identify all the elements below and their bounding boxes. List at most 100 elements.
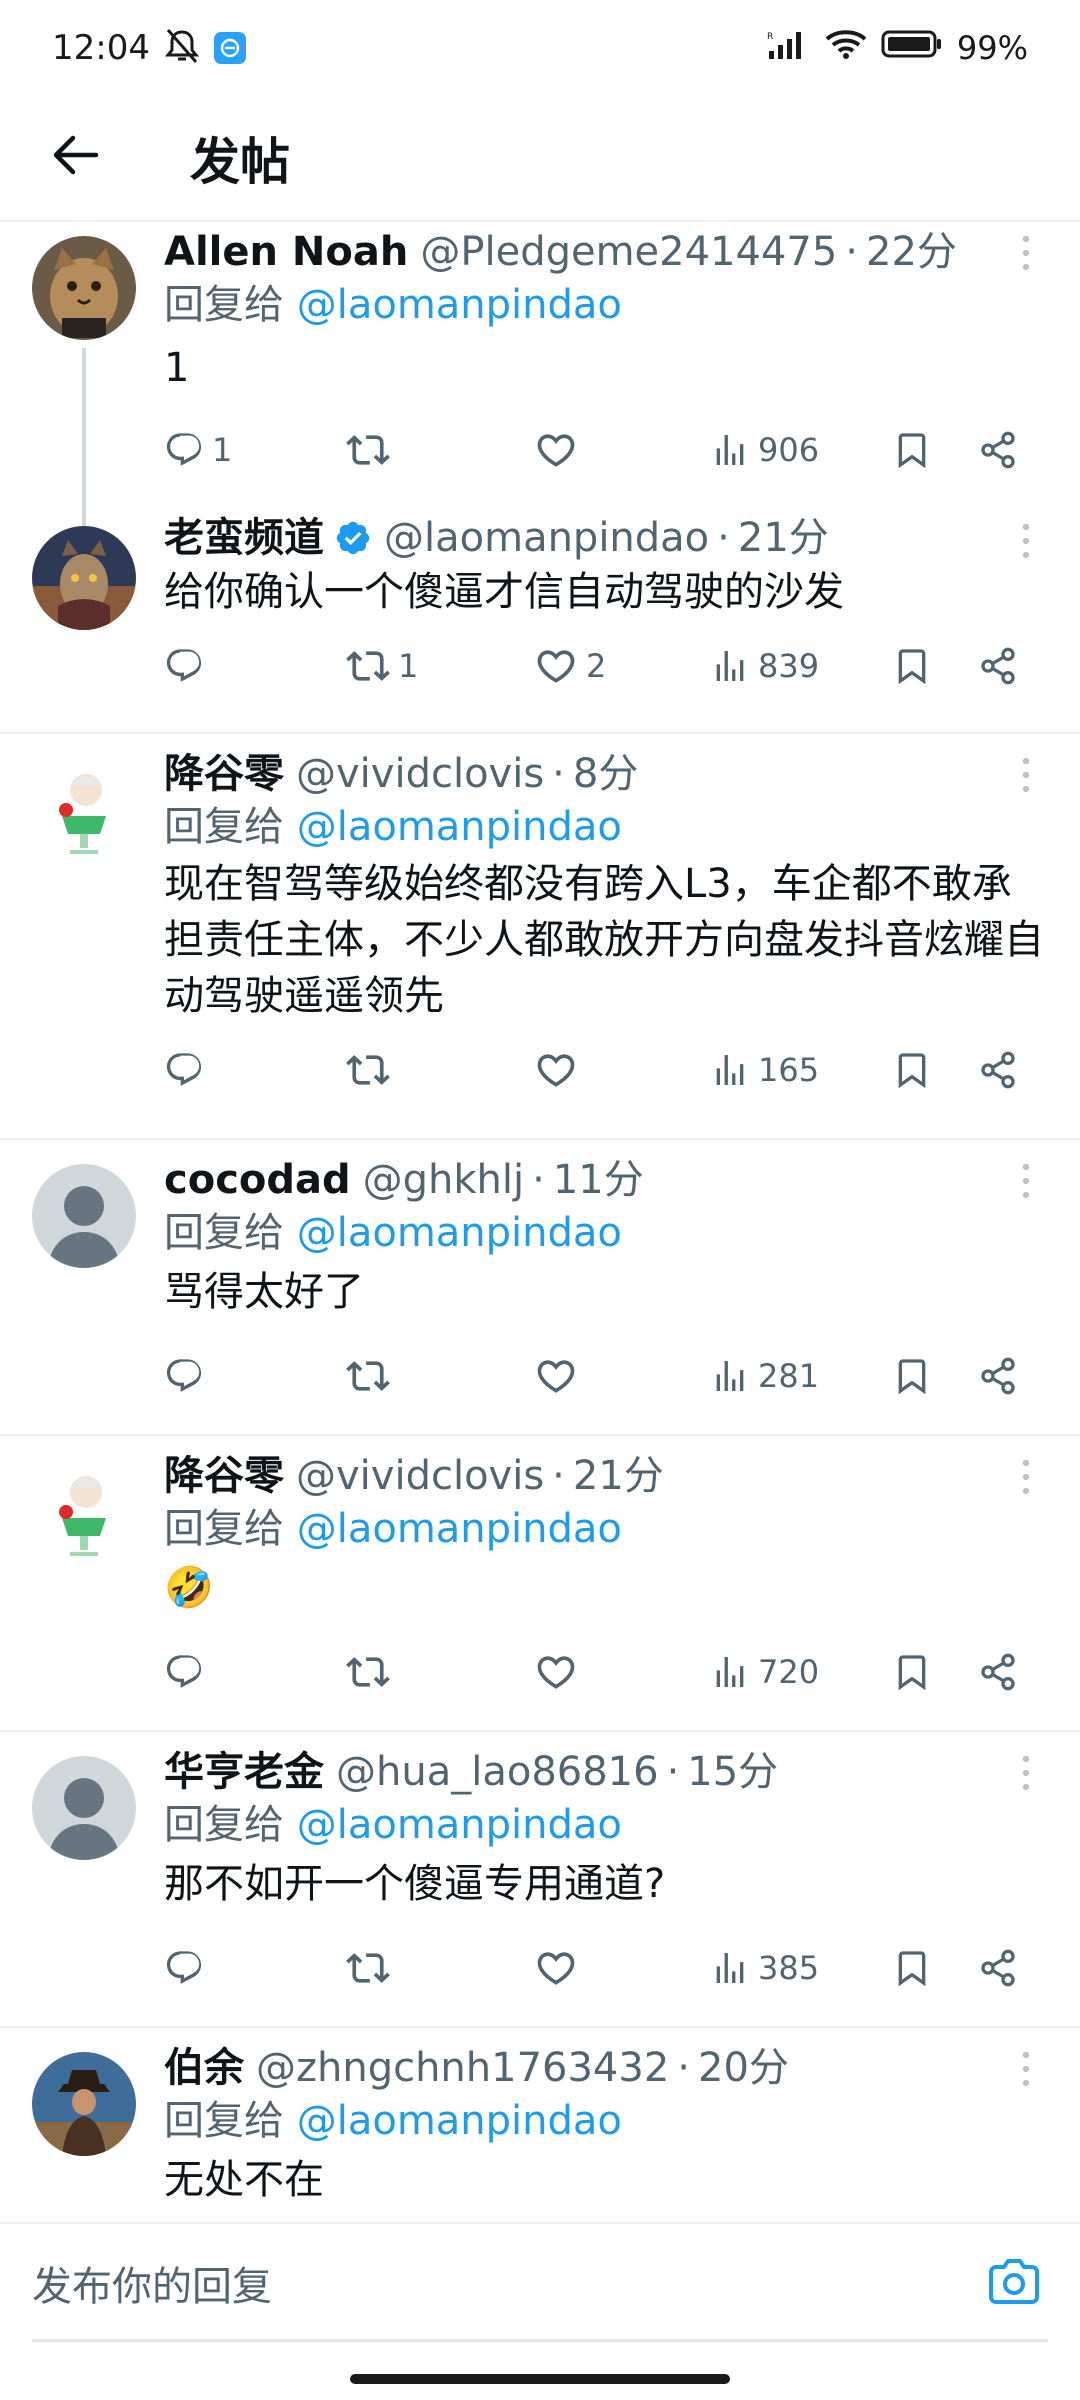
bookmark-icon xyxy=(892,1050,932,1090)
share-icon xyxy=(978,430,1018,470)
display-name[interactable]: 降谷零 xyxy=(164,748,284,800)
views-button[interactable]: 385 xyxy=(710,1938,819,1998)
post-content: 无处不在 xyxy=(164,2157,324,2203)
tweet[interactable]: Allen Noah @Pledgeme2414475 · 22分 回复给 @l… xyxy=(0,222,1080,528)
repost-icon xyxy=(346,1650,390,1694)
reply-mention[interactable]: @laomanpindao xyxy=(297,282,622,328)
bookmark-button[interactable] xyxy=(892,1938,932,1998)
views-button[interactable]: 281 xyxy=(710,1346,819,1406)
tweet[interactable]: cocodad @ghkhlj · 11分 回复给 @laomanpindao … xyxy=(0,1140,1080,1436)
avatar[interactable] xyxy=(32,756,136,860)
reply-to-line: 回复给 @laomanpindao xyxy=(164,278,1050,332)
post-content: 给你确认一个傻逼才信自动驾驶的沙发 xyxy=(164,569,844,615)
reply-button[interactable] xyxy=(164,1346,212,1406)
tweet[interactable]: 伯余 @zhngchnh1763432 · 20分 回复给 @laomanpin… xyxy=(0,2028,1080,2220)
views-button[interactable]: 839 xyxy=(710,636,819,696)
view-count: 720 xyxy=(758,1653,820,1691)
tweet[interactable]: 降谷零 @vividclovis · 8分 回复给 @laomanpindao … xyxy=(0,734,1080,1140)
like-button[interactable] xyxy=(534,1938,586,1998)
share-button[interactable] xyxy=(978,420,1018,480)
like-button[interactable] xyxy=(534,1346,586,1406)
tweet[interactable]: 降谷零 @vividclovis · 21分 回复给 @laomanpindao… xyxy=(0,1436,1080,1732)
more-vertical-icon[interactable] xyxy=(1006,750,1046,800)
views-icon xyxy=(710,1652,750,1692)
share-button[interactable] xyxy=(978,1040,1018,1100)
more-vertical-icon[interactable] xyxy=(1006,228,1046,278)
like-button[interactable] xyxy=(534,420,586,480)
user-handle[interactable]: @hua_lao86816 xyxy=(336,1746,659,1798)
repost-button[interactable] xyxy=(346,1346,398,1406)
more-vertical-icon[interactable] xyxy=(1006,516,1046,566)
display-name[interactable]: 降谷零 xyxy=(164,1450,284,1502)
user-handle[interactable]: @vividclovis xyxy=(296,748,544,800)
display-name[interactable]: 华亨老金 xyxy=(164,1746,324,1798)
views-icon xyxy=(710,430,750,470)
like-button[interactable] xyxy=(534,1642,586,1702)
reply-button[interactable] xyxy=(164,1938,212,1998)
app-notification-icon xyxy=(213,32,246,64)
repost-button[interactable] xyxy=(346,1642,398,1702)
view-count: 385 xyxy=(758,1949,820,1987)
bookmark-button[interactable] xyxy=(892,1642,932,1702)
user-handle[interactable]: @laomanpindao xyxy=(384,512,709,564)
bookmark-button[interactable] xyxy=(892,636,932,696)
bookmark-button[interactable] xyxy=(892,1346,932,1406)
more-vertical-icon[interactable] xyxy=(1006,1156,1046,1206)
reply-button[interactable] xyxy=(164,1040,212,1100)
share-button[interactable] xyxy=(978,1642,1018,1702)
like-button[interactable] xyxy=(534,1040,586,1100)
bookmark-button[interactable] xyxy=(892,420,932,480)
reply-button[interactable] xyxy=(164,636,212,696)
user-handle[interactable]: @ghkhlj xyxy=(363,1154,524,1206)
avatar[interactable] xyxy=(32,1756,136,1860)
status-time: 12:04 xyxy=(52,28,150,68)
reply-input[interactable]: 发布你的回复 xyxy=(32,2254,272,2312)
back-arrow-icon[interactable] xyxy=(44,124,106,186)
camera-icon[interactable] xyxy=(984,2252,1044,2312)
reply-mention[interactable]: @laomanpindao xyxy=(297,1210,622,1256)
battery-icon xyxy=(881,29,943,67)
avatar[interactable] xyxy=(32,2052,136,2156)
views-button[interactable]: 720 xyxy=(710,1642,819,1702)
share-button[interactable] xyxy=(978,1938,1018,1998)
share-button[interactable] xyxy=(978,1346,1018,1406)
reply-mention[interactable]: @laomanpindao xyxy=(297,1802,622,1848)
reply-mention[interactable]: @laomanpindao xyxy=(297,2098,622,2144)
separator-dot: · xyxy=(845,229,859,275)
display-name[interactable]: cocodad xyxy=(164,1154,351,1206)
avatar[interactable] xyxy=(32,526,136,630)
avatar[interactable] xyxy=(32,1164,136,1268)
bookmark-icon xyxy=(892,646,932,686)
avatar[interactable] xyxy=(32,236,136,340)
user-handle[interactable]: @Pledgeme2414475 xyxy=(420,226,837,278)
views-button[interactable]: 906 xyxy=(710,420,819,480)
repost-button[interactable] xyxy=(346,1040,398,1100)
reply-mention[interactable]: @laomanpindao xyxy=(297,1506,622,1552)
bookmark-button[interactable] xyxy=(892,1040,932,1100)
user-handle[interactable]: @zhngchnh1763432 xyxy=(256,2042,669,2094)
like-button[interactable]: 2 xyxy=(534,636,606,696)
repost-button[interactable]: 1 xyxy=(346,636,418,696)
display-name[interactable]: 伯余 xyxy=(164,2042,244,2094)
more-vertical-icon[interactable] xyxy=(1006,1452,1046,1502)
display-name[interactable]: 老蛮频道 xyxy=(164,512,324,564)
post-content: 🤣 xyxy=(164,1565,214,1611)
views-button[interactable]: 165 xyxy=(710,1040,819,1100)
repost-button[interactable] xyxy=(346,1938,398,1998)
user-handle[interactable]: @vividclovis xyxy=(296,1450,544,1502)
display-name[interactable]: Allen Noah xyxy=(164,226,408,278)
reply-button[interactable]: 1 xyxy=(164,420,232,480)
tweet[interactable]: 华亨老金 @hua_lao86816 · 15分 回复给 @laomanpind… xyxy=(0,1732,1080,2028)
reply-mention[interactable]: @laomanpindao xyxy=(297,804,622,850)
views-icon xyxy=(710,1948,750,1988)
avatar[interactable] xyxy=(32,1458,136,1562)
share-button[interactable] xyxy=(978,636,1018,696)
home-indicator[interactable] xyxy=(350,2374,730,2384)
tweet[interactable]: 老蛮频道 @laomanpindao · 21分 给你确认一个傻逼才信自动驾驶的… xyxy=(0,512,1080,734)
share-icon xyxy=(978,1948,1018,1988)
repost-button[interactable] xyxy=(346,420,398,480)
reply-button[interactable] xyxy=(164,1642,212,1702)
more-vertical-icon[interactable] xyxy=(1006,2044,1046,2094)
more-vertical-icon[interactable] xyxy=(1006,1748,1046,1798)
reply-label: 回复给 xyxy=(164,282,284,328)
